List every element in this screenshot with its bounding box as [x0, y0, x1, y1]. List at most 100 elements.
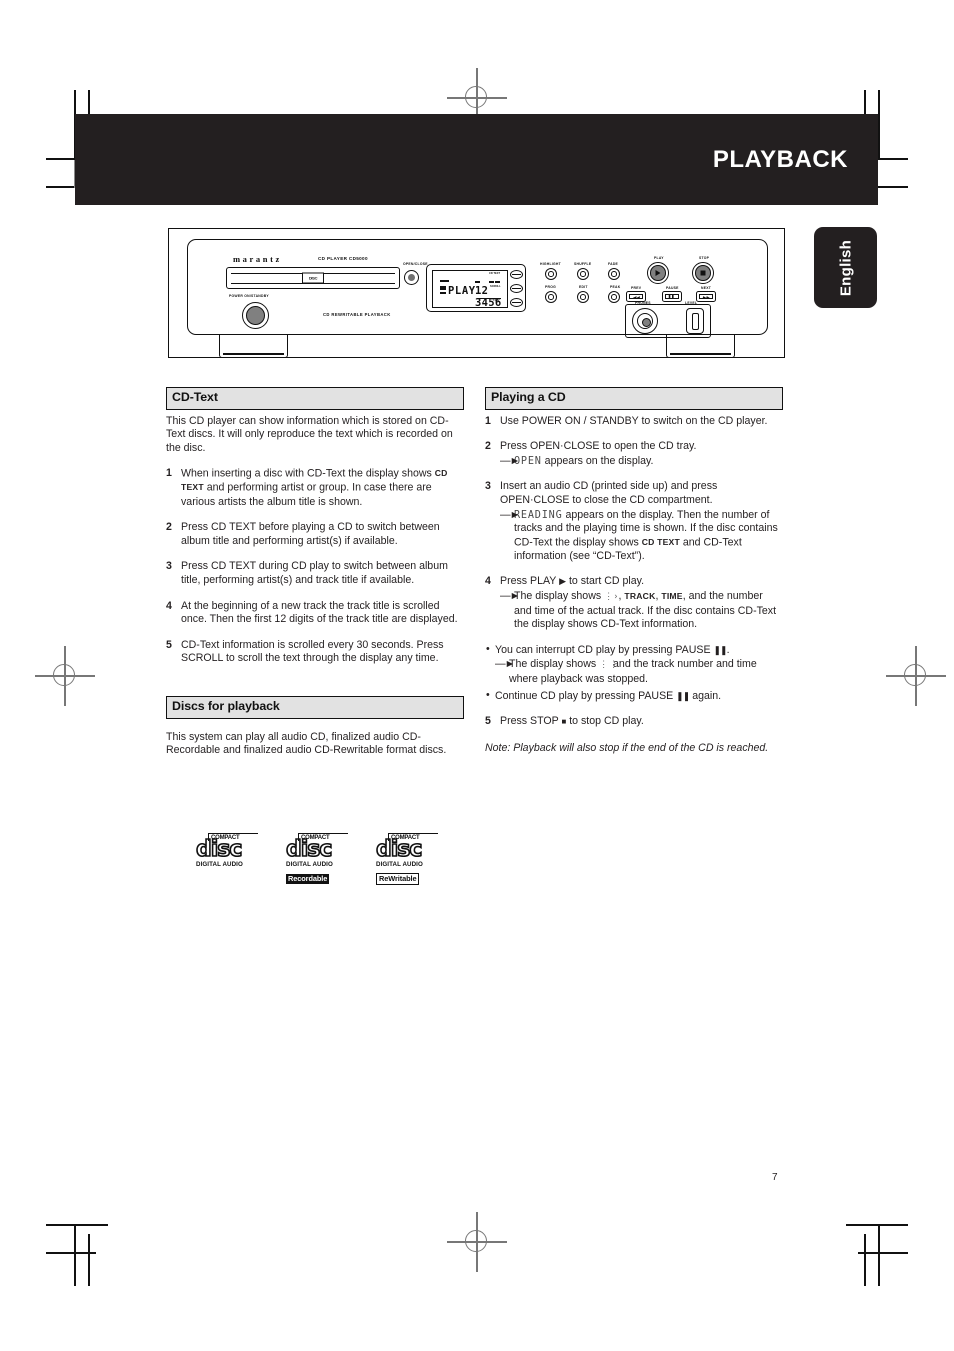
lcd-indicator-time — [489, 281, 494, 283]
logo-digital-audio-text: DIGITAL AUDIO — [376, 861, 423, 868]
step-number: 1 — [166, 467, 172, 480]
logo-rewritable-tag: ReWritable — [376, 872, 420, 885]
list-item: 5 CD-Text information is scrolled every … — [166, 639, 464, 666]
edit-button[interactable] — [577, 291, 589, 303]
step-text: Press CD TEXT during CD play to switch b… — [181, 560, 448, 586]
play-button-label: PLAY — [654, 256, 664, 260]
step-text-before: Press PLAY — [500, 575, 560, 588]
step-number: 2 — [166, 521, 172, 534]
arrow-icon: —► — [495, 658, 515, 671]
playing-steps-list: 1 Use POWER ON / STANDBY to switch on th… — [485, 415, 783, 632]
bullet-substep: —► The display shows ⋮⋮ and the track nu… — [495, 658, 783, 686]
power-standby-button[interactable] — [242, 302, 269, 329]
pause-glyph-icon — [713, 644, 726, 656]
discs-section-heading: Discs for playback — [166, 695, 464, 719]
lcd-reading-text: READING — [514, 509, 563, 521]
arrow-icon: —► — [500, 508, 520, 521]
peak-button[interactable] — [608, 291, 620, 303]
time-badge: TIME — [661, 591, 683, 602]
arrow-icon: —► — [500, 590, 520, 603]
level-slider[interactable] — [686, 308, 704, 334]
step-substep: —► OPEN appears on the display. — [500, 455, 783, 469]
disc-format-logos: COMPACT disc DIGITAL AUDIO COMPACT disc … — [195, 833, 438, 886]
lcd-indicator-rew — [495, 281, 500, 283]
substep-text-a: The display shows — [514, 590, 605, 603]
step-number: 3 — [485, 480, 491, 493]
pause-glyph-icon — [676, 690, 689, 702]
playback-note: Note: Playback will also stop if the end… — [485, 741, 769, 754]
lcd-indicator-block — [440, 286, 446, 290]
registration-mark-right — [886, 646, 946, 706]
cd-text-button[interactable] — [510, 270, 523, 279]
phones-jack[interactable] — [632, 308, 658, 334]
disc-tray: DISC — [226, 267, 400, 289]
play-button[interactable] — [647, 262, 669, 284]
step-number: 4 — [166, 599, 172, 612]
highlight-button[interactable] — [545, 268, 557, 280]
left-column: CD-Text This CD player can show informat… — [166, 387, 464, 758]
bullet-text-after: again. — [689, 689, 722, 702]
step-text: Press CD TEXT before playing a CD to swi… — [181, 521, 440, 547]
step-text: CD-Text information is scrolled every 30… — [181, 638, 444, 665]
pause-button[interactable]: ▌▌ — [662, 291, 682, 302]
stop-button-label: STOP — [699, 256, 710, 260]
logo-recordable-tag: Recordable — [286, 873, 330, 884]
bullet-text-before: Continue CD play by pressing PAUSE — [495, 689, 677, 702]
level-label: LEVEL — [685, 301, 698, 305]
step-substep: —► The display shows ⋮›, TRACK, TIME, an… — [500, 590, 783, 632]
open-close-button[interactable] — [404, 270, 419, 285]
step-text: Insert an audio CD (printed side up) and… — [500, 480, 718, 506]
page-header-bar: PLAYBACK — [75, 114, 878, 205]
model-label: CD PLAYER CD5000 — [318, 256, 368, 261]
highlight-button-label: HIGHLIGHT — [540, 262, 561, 266]
logo-compact-text: COMPACT — [211, 835, 240, 841]
fade-button[interactable] — [608, 268, 620, 280]
track-badge: TRACK — [624, 591, 656, 602]
playing-bullets-list: • You can interrupt CD play by pressing … — [485, 643, 783, 703]
tray-disc-logo-icon: DISC — [302, 272, 324, 284]
substep-text: appears on the display. — [541, 454, 654, 467]
crop-mark-line — [878, 1226, 880, 1286]
shuffle-button-label: SHUFFLE — [574, 262, 592, 266]
bullet-icon: • — [486, 689, 490, 702]
step-number: 1 — [485, 414, 491, 427]
edit-button-label: EDIT — [579, 285, 588, 289]
peak-button-label: PEAK — [610, 285, 621, 289]
brand-logo: marantz — [233, 254, 282, 264]
cdtext-section-heading: CD-Text — [166, 387, 464, 410]
step-text-before: When inserting a disc with CD-Text the d… — [181, 467, 435, 480]
device-illustration: marantz CD PLAYER CD5000 DISC OPEN/CLOSE… — [168, 228, 785, 358]
lcd-pause-glyph-icon: ⋮⋮ — [599, 660, 620, 671]
step-text-before: Press STOP — [500, 715, 562, 728]
device-foot-right — [666, 335, 735, 358]
cd-logo-rewritable: COMPACT disc DIGITAL AUDIO ReWritable — [375, 833, 438, 886]
fade-button-label: FADE — [608, 262, 619, 266]
cd-logo-recordable: COMPACT disc DIGITAL AUDIO Recordable — [285, 833, 348, 886]
prog-button-label: PROG — [545, 285, 556, 289]
cd-text-badge: CD TEXT — [641, 536, 680, 547]
prog-button[interactable] — [545, 291, 557, 303]
next-button[interactable]: ▶▶ — [696, 291, 716, 302]
step-number: 3 — [166, 560, 172, 573]
power-label: POWER ON/STANDBY — [229, 294, 269, 298]
bullet-text-before: You can interrupt CD play by pressing PA… — [495, 643, 714, 656]
step-number: 5 — [166, 638, 172, 651]
step-text: Press OPEN·CLOSE to open the CD tray. — [500, 440, 697, 453]
lcd-screen: PLAY 12 3456 — [432, 270, 508, 308]
playing-section-heading: Playing a CD — [485, 387, 783, 410]
list-item: 1 When inserting a disc with CD-Text the… — [166, 467, 464, 509]
registration-mark-bottom — [447, 1212, 507, 1272]
lcd-indicator-bar — [440, 280, 449, 283]
logo-disc-text: disc — [375, 837, 423, 862]
stop-button[interactable] — [692, 262, 714, 284]
shuffle-button[interactable] — [577, 268, 589, 280]
time-button[interactable] — [510, 298, 523, 307]
lcd-indicator-bar2 — [440, 292, 446, 295]
device-front-panel: marantz CD PLAYER CD5000 DISC OPEN/CLOSE… — [187, 239, 768, 338]
list-item: • You can interrupt CD play by pressing … — [485, 643, 783, 687]
cd-text-indicator-label: CD TEXT — [489, 272, 501, 275]
scroll-button[interactable] — [510, 284, 523, 293]
playing-steps-list-cont: 5 Press STOP to stop CD play. — [485, 715, 783, 729]
logo-digital-audio-text: DIGITAL AUDIO — [286, 861, 333, 868]
